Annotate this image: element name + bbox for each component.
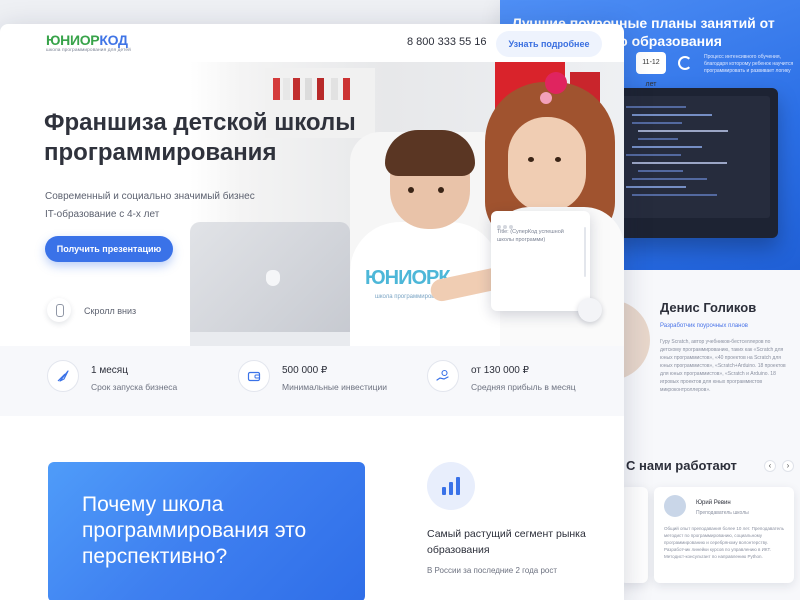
stat-label: Средняя прибыль в месяц: [471, 382, 576, 392]
hair-bow: [545, 72, 567, 94]
phone-number[interactable]: 8 800 333 55 16: [407, 36, 487, 48]
why-promo-card: Почему школа программирования это перспе…: [48, 462, 365, 600]
teacher-card: Юрий Ревин Преподаватель школы Общий опы…: [654, 487, 794, 583]
hair-bow: [540, 92, 552, 104]
stat-label: Минимальные инвестиции: [282, 382, 387, 392]
girl-face: [508, 117, 586, 212]
scroll-down-label[interactable]: Скролл вниз: [84, 306, 136, 316]
hero-subtitle-line-2: IT-образование с 4-х лет: [45, 209, 160, 220]
carousel-prev-button[interactable]: ‹: [764, 460, 776, 472]
logo-part-1: ЮНИОР: [46, 32, 100, 48]
teacher-bio: Общий опыт преподавания более 10 лет. Пр…: [664, 526, 784, 559]
segment-text: В России за последние 2 года рост: [427, 566, 558, 575]
round-decoration: [578, 298, 602, 322]
background-hero-note: Процесс интенсивного обучения, благодаря…: [704, 54, 794, 74]
logo-tagline: школа программирования для детей: [46, 48, 131, 53]
code-window-text: Title: (СуперКод успешной школы программ…: [497, 229, 564, 243]
person-name: Денис Голиков: [660, 300, 757, 315]
laptop: [190, 222, 350, 332]
hero-subtitle: Современный и социально значимый бизнес …: [45, 188, 325, 224]
get-presentation-button[interactable]: Получить презентацию: [45, 236, 173, 262]
rocket-icon: [47, 360, 79, 392]
teacher-role: Преподаватель школы: [696, 510, 749, 516]
person-role: Разработчик поурочных планов: [660, 323, 748, 329]
teacher-card-partial: [620, 487, 648, 583]
logo[interactable]: ЮНИОРКОД: [46, 33, 128, 47]
team-section-title: С нами работают: [626, 458, 737, 473]
teacher-avatar: [664, 495, 686, 517]
stats-bar: 1 месяц Срок запуска бизнеса 500 000 ₽ М…: [0, 346, 624, 416]
bar-chart-icon: [427, 462, 475, 510]
apple-logo-icon: [266, 270, 280, 286]
person-bio: Гуру Scratch, автор учебников-бестселлер…: [660, 339, 786, 393]
learn-more-button[interactable]: Узнать подробнее: [496, 31, 602, 57]
sync-icon: [678, 56, 692, 70]
mouse-scroll-icon[interactable]: [47, 298, 71, 322]
stat-value: 1 месяц: [91, 365, 128, 376]
code-window-scrollbar: [584, 227, 586, 277]
hand-coin-icon: [427, 360, 459, 392]
wallet-icon: [238, 360, 270, 392]
carousel-next-button[interactable]: ›: [782, 460, 794, 472]
logo-part-2: КОД: [99, 32, 128, 48]
age-badge: 11-12 лет: [636, 52, 666, 88]
stat-value: 500 000 ₽: [282, 365, 328, 376]
why-title: Почему школа программирования это перспе…: [82, 493, 307, 568]
segment-title: Самый растущий сегмент рынка образования: [427, 528, 586, 556]
site-header: ЮНИОРКОД школа программирования для дете…: [0, 24, 624, 62]
hero-subtitle-line-1: Современный и социально значимый бизнес: [45, 191, 255, 202]
laptop-image: [608, 88, 778, 238]
stat-label: Срок запуска бизнеса: [91, 382, 178, 392]
page-title: Франшиза детской школы программирования: [44, 109, 356, 166]
person-info: Денис Голиков Разработчик поурочных план…: [660, 300, 800, 329]
code-editor-screen: [616, 96, 770, 218]
teacher-name: Юрий Ревин: [696, 500, 731, 506]
code-window-card: Title: (СуперКод успешной школы программ…: [491, 211, 590, 311]
stat-value: от 130 000 ₽: [471, 365, 529, 376]
